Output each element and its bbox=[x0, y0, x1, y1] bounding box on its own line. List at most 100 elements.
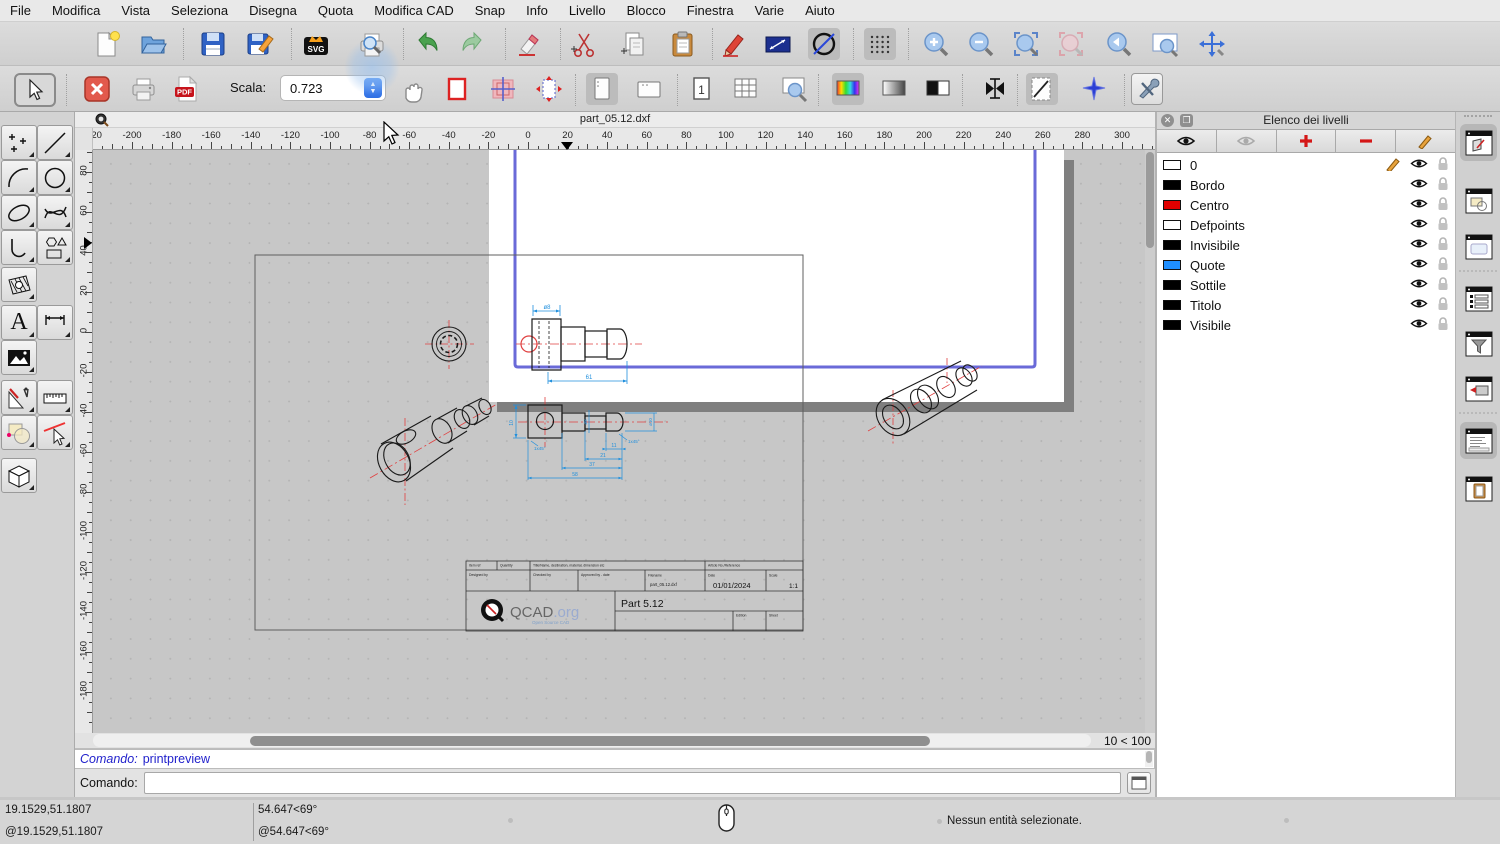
remove-layer-button[interactable] bbox=[1336, 130, 1397, 152]
full-color-button[interactable] bbox=[832, 73, 864, 105]
canvas-vertical-scrollbar[interactable] bbox=[1145, 150, 1155, 733]
new-document-button[interactable] bbox=[91, 28, 123, 60]
menu-item-snap[interactable]: Snap bbox=[475, 3, 505, 18]
zoom-selection-button[interactable] bbox=[1055, 28, 1087, 60]
spline-tool-button[interactable] bbox=[37, 195, 73, 230]
paper-position-button[interactable] bbox=[533, 73, 565, 105]
scale-spinner[interactable]: 0.723 ▲ ▼ bbox=[280, 75, 386, 101]
ellipse-tool-button[interactable] bbox=[1, 195, 37, 230]
layer-color-swatch[interactable] bbox=[1163, 240, 1181, 250]
page-border-button[interactable] bbox=[441, 73, 473, 105]
layer-visible-icon[interactable] bbox=[1410, 277, 1428, 290]
layer-color-swatch[interactable] bbox=[1163, 160, 1181, 170]
layer-visible-icon[interactable] bbox=[1410, 177, 1428, 190]
layer-row-defpoints[interactable]: Defpoints bbox=[1157, 215, 1455, 235]
menu-item-livello[interactable]: Livello bbox=[569, 3, 606, 18]
menu-item-info[interactable]: Info bbox=[526, 3, 548, 18]
layer-color-swatch[interactable] bbox=[1163, 280, 1181, 290]
circle-slash-button[interactable] bbox=[808, 28, 840, 60]
move-paper-button[interactable] bbox=[398, 77, 430, 109]
layer-visible-icon[interactable] bbox=[1410, 257, 1428, 270]
measure-distance-button[interactable] bbox=[762, 28, 794, 60]
dock-library-browser-button[interactable] bbox=[1460, 370, 1497, 407]
circle-tool-button[interactable] bbox=[37, 160, 73, 195]
layer-row-titolo[interactable]: Titolo bbox=[1157, 295, 1455, 315]
open-button[interactable] bbox=[137, 28, 169, 60]
horizontal-scrollbar-thumb[interactable] bbox=[250, 736, 930, 746]
layer-color-swatch[interactable] bbox=[1163, 320, 1181, 330]
layer-lock-icon[interactable] bbox=[1437, 196, 1449, 211]
layer-row-centro[interactable]: Centro bbox=[1157, 195, 1455, 215]
layer-lock-icon[interactable] bbox=[1437, 316, 1449, 331]
cut-button[interactable] bbox=[567, 28, 599, 60]
layer-visible-icon[interactable] bbox=[1410, 157, 1428, 170]
menu-item-file[interactable]: File bbox=[10, 3, 31, 18]
menu-item-quota[interactable]: Quota bbox=[318, 3, 353, 18]
redo-button[interactable] bbox=[457, 28, 489, 60]
multi-page-button[interactable] bbox=[730, 73, 762, 105]
layer-color-swatch[interactable] bbox=[1163, 200, 1181, 210]
menu-item-modifica-cad[interactable]: Modifica CAD bbox=[374, 3, 453, 18]
save-button[interactable] bbox=[197, 28, 229, 60]
text-tool-button[interactable]: A bbox=[1, 305, 37, 340]
solid-tool-button[interactable] bbox=[1, 458, 37, 493]
select-tool-button[interactable] bbox=[14, 73, 56, 107]
paste-button[interactable] bbox=[666, 28, 698, 60]
cad-tools-button[interactable] bbox=[1, 380, 37, 415]
layer-row-quote[interactable]: Quote bbox=[1157, 255, 1455, 275]
layer-lock-icon[interactable] bbox=[1437, 236, 1449, 251]
landscape-button[interactable] bbox=[633, 73, 665, 105]
auto-fit-button[interactable] bbox=[979, 73, 1011, 105]
zoom-previous-button[interactable] bbox=[1103, 28, 1135, 60]
modify-tool-button[interactable] bbox=[1, 415, 37, 450]
add-layer-button[interactable] bbox=[1276, 130, 1337, 152]
dock-view-list-button[interactable] bbox=[1460, 228, 1497, 265]
menu-item-modifica[interactable]: Modifica bbox=[52, 3, 100, 18]
settings-button[interactable] bbox=[1131, 73, 1163, 105]
crop-marks-button[interactable] bbox=[487, 73, 519, 105]
panel-float-button[interactable]: ❐ bbox=[1180, 114, 1193, 127]
save-as-button[interactable] bbox=[244, 28, 276, 60]
point-tool-button[interactable] bbox=[1, 125, 37, 160]
dimension-tool-button[interactable] bbox=[37, 305, 73, 340]
line-draft-button[interactable] bbox=[1026, 73, 1058, 105]
layer-lock-icon[interactable] bbox=[1437, 276, 1449, 291]
layer-lock-icon[interactable] bbox=[1437, 216, 1449, 231]
measure-tool-button[interactable] bbox=[37, 380, 73, 415]
grayscale-button[interactable] bbox=[878, 73, 910, 105]
undo-button[interactable] bbox=[411, 28, 443, 60]
panel-close-button[interactable]: ✕ bbox=[1161, 114, 1174, 127]
polyline-tool-button[interactable] bbox=[1, 230, 37, 265]
menu-item-seleziona[interactable]: Seleziona bbox=[171, 3, 228, 18]
layer-visible-icon[interactable] bbox=[1410, 217, 1428, 230]
drawing-canvas[interactable]: ø8 61 10 ø8 ø10 1x45° 1x45° 11 21 37 58 … bbox=[93, 150, 1145, 733]
history-scrollbar[interactable] bbox=[1145, 751, 1153, 767]
zoom-out-button[interactable] bbox=[965, 28, 997, 60]
layer-row-visibile[interactable]: Visibile bbox=[1157, 315, 1455, 335]
dock-command-history-button[interactable] bbox=[1460, 422, 1497, 459]
line-tool-button[interactable] bbox=[37, 125, 73, 160]
print-button[interactable] bbox=[127, 73, 159, 105]
dock-layer-list-button[interactable] bbox=[1460, 124, 1497, 161]
layer-color-swatch[interactable] bbox=[1163, 180, 1181, 190]
grid-button[interactable] bbox=[864, 28, 896, 60]
scale-stepper[interactable]: ▲ ▼ bbox=[364, 78, 382, 98]
zoom-page-button[interactable] bbox=[779, 73, 811, 105]
command-input[interactable] bbox=[143, 772, 1121, 794]
layer-row-invisibile[interactable]: Invisibile bbox=[1157, 235, 1455, 255]
pan-button[interactable] bbox=[1196, 28, 1228, 60]
toggle-history-button[interactable] bbox=[1127, 772, 1151, 794]
image-tool-button[interactable] bbox=[1, 340, 37, 375]
print-preview-button[interactable] bbox=[356, 28, 388, 60]
layer-row-0[interactable]: 0 bbox=[1157, 155, 1455, 175]
hatch-tool-button[interactable] bbox=[1, 267, 37, 302]
pdf-export-button[interactable]: PDF bbox=[170, 73, 202, 105]
layer-visible-icon[interactable] bbox=[1410, 317, 1428, 330]
portrait-button[interactable] bbox=[586, 73, 618, 105]
layer-lock-icon[interactable] bbox=[1437, 176, 1449, 191]
dock-property-editor-button[interactable] bbox=[1460, 280, 1497, 317]
arc-tool-button[interactable] bbox=[1, 160, 37, 195]
copy-button[interactable] bbox=[617, 28, 649, 60]
layer-color-swatch[interactable] bbox=[1163, 300, 1181, 310]
vertical-scrollbar-thumb[interactable] bbox=[1146, 152, 1154, 248]
